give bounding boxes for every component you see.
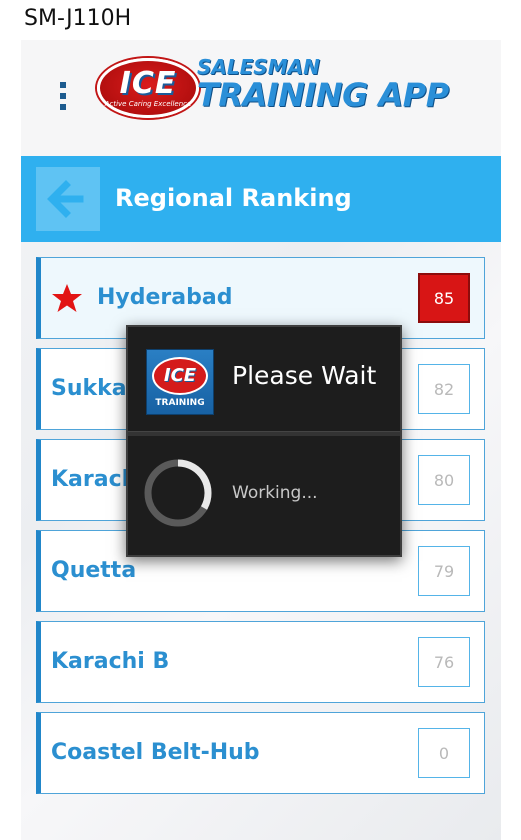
region-score: 76	[418, 637, 470, 687]
title-bar: Regional Ranking	[21, 156, 501, 242]
logo-text: ICE	[119, 65, 177, 101]
please-wait-dialog: ICE TRAINING Please Wait Working...	[126, 325, 402, 557]
region-name: Quetta	[51, 558, 137, 583]
dialog-icon-text: ICE	[152, 356, 208, 395]
region-score: 79	[418, 546, 470, 596]
logo-tagline: Active Caring Excellence	[104, 99, 192, 108]
region-score: 0	[418, 728, 470, 778]
app-title-line2: TRAINING APP	[197, 76, 449, 114]
app-screen: ICE Active Caring Excellence SALESMAN TR…	[21, 40, 501, 840]
region-score: 82	[418, 364, 470, 414]
back-arrow-icon	[47, 180, 84, 218]
region-name: Coastel Belt-Hub	[51, 740, 260, 765]
star-icon	[52, 284, 82, 312]
app-header: ICE Active Caring Excellence SALESMAN TR…	[21, 40, 501, 156]
overflow-menu-icon[interactable]	[58, 82, 68, 116]
loading-spinner-icon	[144, 459, 212, 527]
page-title: Regional Ranking	[115, 184, 352, 212]
dialog-icon-caption: TRAINING	[155, 397, 205, 408]
ranking-item-coastel-belt-hub[interactable]: Coastel Belt-Hub 0	[36, 712, 485, 794]
app-title-logo: SALESMAN TRAINING APP	[197, 56, 449, 112]
region-score: 80	[418, 455, 470, 505]
device-model-label: SM-J110H	[24, 6, 132, 31]
ranking-item-karachi-b[interactable]: Karachi B 76	[36, 621, 485, 703]
ice-logo: ICE Active Caring Excellence	[97, 58, 199, 118]
app-title-line1: SALESMAN	[197, 55, 320, 79]
region-name: Karachi B	[51, 649, 170, 674]
dialog-divider	[128, 431, 400, 436]
dialog-title: Please Wait	[232, 361, 377, 390]
region-name: Sukkar	[51, 376, 138, 401]
back-button[interactable]	[36, 167, 100, 231]
dialog-message: Working...	[232, 483, 318, 503]
region-score: 85	[418, 273, 470, 323]
ice-training-app-icon: ICE TRAINING	[146, 349, 214, 415]
